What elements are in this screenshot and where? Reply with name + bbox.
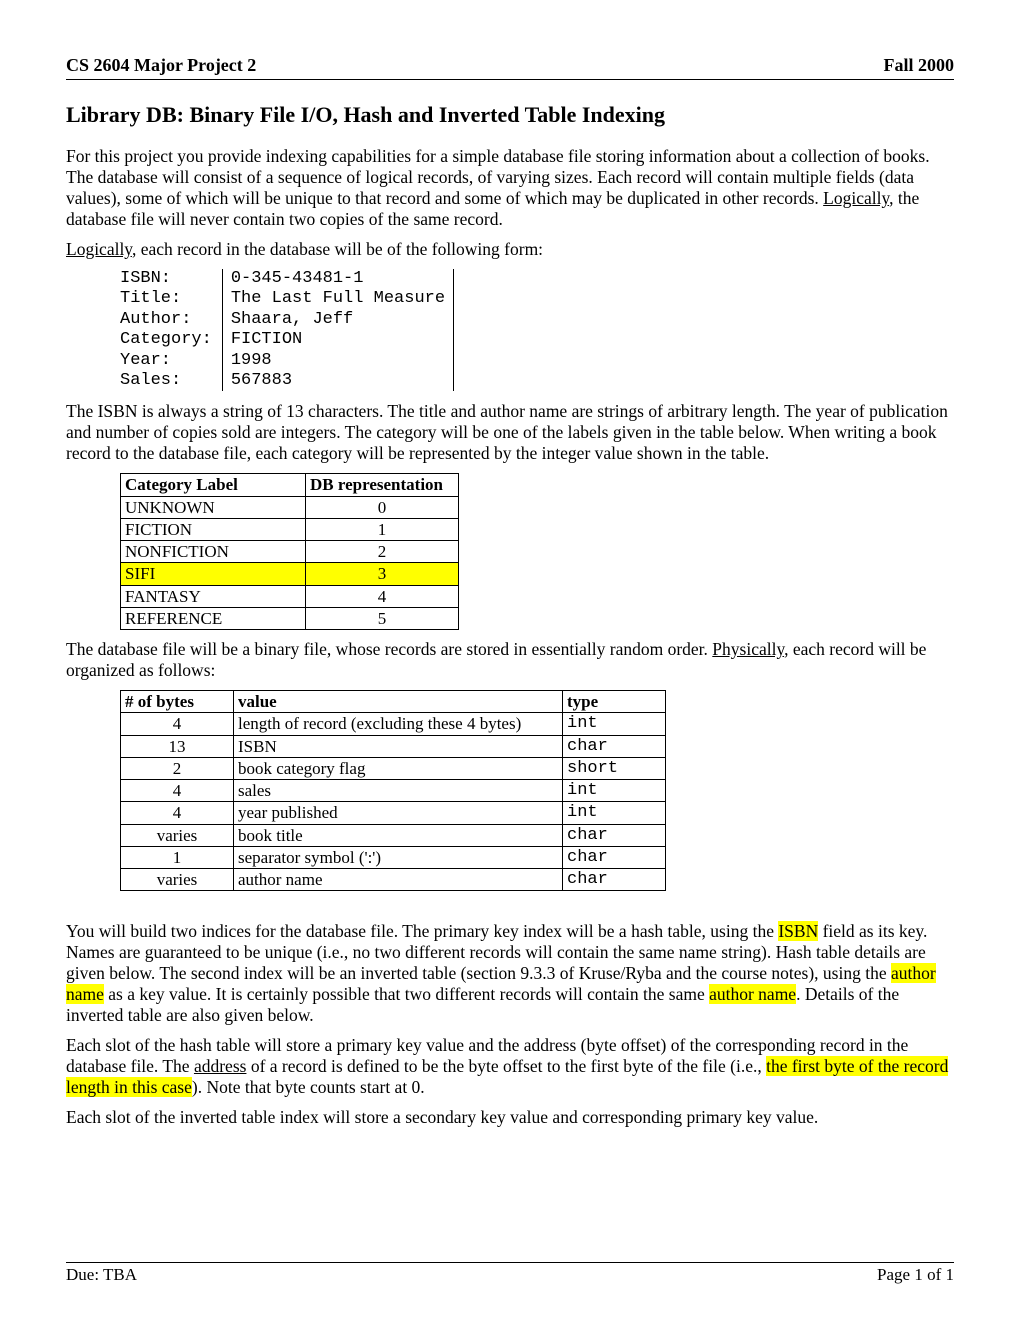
- text: For this project you provide indexing ca…: [66, 146, 930, 208]
- table-header-row: # of bytes value type: [121, 691, 666, 713]
- table-row: 2book category flagshort: [121, 757, 666, 779]
- table-row: FANTASY4: [121, 585, 459, 607]
- page-title: Library DB: Binary File I/O, Hash and In…: [66, 102, 954, 128]
- type: int: [563, 802, 666, 824]
- category-table: Category Label DB representation UNKNOWN…: [120, 473, 459, 630]
- page-header: CS 2604 Major Project 2 Fall 2000: [66, 55, 954, 80]
- num-bytes: 1: [121, 846, 234, 868]
- table-row: 4salesint: [121, 780, 666, 802]
- db-rep: 2: [306, 541, 459, 563]
- text: You will build two indices for the datab…: [66, 921, 778, 941]
- value-desc: book title: [234, 824, 563, 846]
- db-rep: 0: [306, 496, 459, 518]
- db-rep: 3: [306, 563, 459, 585]
- underlined-word: Physically: [712, 639, 784, 659]
- footer-right: Page 1 of 1: [877, 1265, 954, 1285]
- table-row: FICTION1: [121, 518, 459, 540]
- header-type: type: [563, 691, 666, 713]
- db-rep: 5: [306, 607, 459, 629]
- value-desc: separator symbol (':'): [234, 846, 563, 868]
- indices-paragraph: You will build two indices for the datab…: [66, 921, 954, 1026]
- table-row: REFERENCE5: [121, 607, 459, 629]
- category-label: REFERENCE: [121, 607, 306, 629]
- page: CS 2604 Major Project 2 Fall 2000 Librar…: [0, 0, 1020, 1320]
- num-bytes: 4: [121, 802, 234, 824]
- inverted-slot-paragraph: Each slot of the inverted table index wi…: [66, 1107, 954, 1128]
- text: The database file will be a binary file,…: [66, 639, 712, 659]
- type: int: [563, 780, 666, 802]
- num-bytes: 4: [121, 780, 234, 802]
- table-row: 13ISBNchar: [121, 735, 666, 757]
- header-db-rep: DB representation: [306, 474, 459, 496]
- category-label: FANTASY: [121, 585, 306, 607]
- underlined-word: Logically: [823, 188, 889, 208]
- type: char: [563, 869, 666, 891]
- record-intro: Logically, each record in the database w…: [66, 239, 954, 260]
- type: int: [563, 713, 666, 735]
- intro-paragraph: For this project you provide indexing ca…: [66, 146, 954, 230]
- isbn-note: The ISBN is always a string of 13 charac…: [66, 401, 954, 464]
- table-row: SIFI3: [121, 563, 459, 585]
- header-right: Fall 2000: [884, 55, 955, 77]
- value-desc: author name: [234, 869, 563, 891]
- table-row: variesauthor namechar: [121, 869, 666, 891]
- type: char: [563, 846, 666, 868]
- num-bytes: varies: [121, 824, 234, 846]
- text: , each record in the database will be of…: [132, 239, 543, 259]
- table-row: 4year publishedint: [121, 802, 666, 824]
- highlight: ISBN: [778, 921, 818, 941]
- page-footer: Due: TBA Page 1 of 1: [66, 1262, 954, 1285]
- value-desc: length of record (excluding these 4 byte…: [234, 713, 563, 735]
- category-label: UNKNOWN: [121, 496, 306, 518]
- db-rep: 1: [306, 518, 459, 540]
- type: short: [563, 757, 666, 779]
- value-desc: ISBN: [234, 735, 563, 757]
- category-label: NONFICTION: [121, 541, 306, 563]
- num-bytes: varies: [121, 869, 234, 891]
- table-row: UNKNOWN0: [121, 496, 459, 518]
- record-labels: ISBN: Title: Author: Category: Year: Sal…: [120, 269, 222, 391]
- underlined-word: address: [194, 1056, 246, 1076]
- table-row: NONFICTION2: [121, 541, 459, 563]
- text: ). Note that byte counts start at 0.: [192, 1077, 425, 1097]
- type: char: [563, 824, 666, 846]
- category-label: SIFI: [121, 563, 306, 585]
- hash-slot-paragraph: Each slot of the hash table will store a…: [66, 1035, 954, 1098]
- num-bytes: 2: [121, 757, 234, 779]
- bytes-table: # of bytes value type 4length of record …: [120, 690, 666, 891]
- footer-left: Due: TBA: [66, 1265, 137, 1285]
- physical-intro: The database file will be a binary file,…: [66, 639, 954, 681]
- value-desc: sales: [234, 780, 563, 802]
- header-category-label: Category Label: [121, 474, 306, 496]
- value-desc: year published: [234, 802, 563, 824]
- text: of a record is defined to be the byte of…: [246, 1056, 766, 1076]
- record-values: 0-345-43481-1 The Last Full Measure Shaa…: [222, 269, 453, 391]
- value-desc: book category flag: [234, 757, 563, 779]
- header-left: CS 2604 Major Project 2: [66, 55, 256, 77]
- record-example: ISBN: Title: Author: Category: Year: Sal…: [120, 269, 454, 391]
- text: as a key value. It is certainly possible…: [104, 984, 709, 1004]
- table-row: 4length of record (excluding these 4 byt…: [121, 713, 666, 735]
- db-rep: 4: [306, 585, 459, 607]
- num-bytes: 13: [121, 735, 234, 757]
- category-label: FICTION: [121, 518, 306, 540]
- highlight: author name: [709, 984, 796, 1004]
- num-bytes: 4: [121, 713, 234, 735]
- table-row: variesbook titlechar: [121, 824, 666, 846]
- header-bytes: # of bytes: [121, 691, 234, 713]
- header-value: value: [234, 691, 563, 713]
- underlined-word: Logically: [66, 239, 132, 259]
- type: char: [563, 735, 666, 757]
- table-row: 1separator symbol (':')char: [121, 846, 666, 868]
- table-header-row: Category Label DB representation: [121, 474, 459, 496]
